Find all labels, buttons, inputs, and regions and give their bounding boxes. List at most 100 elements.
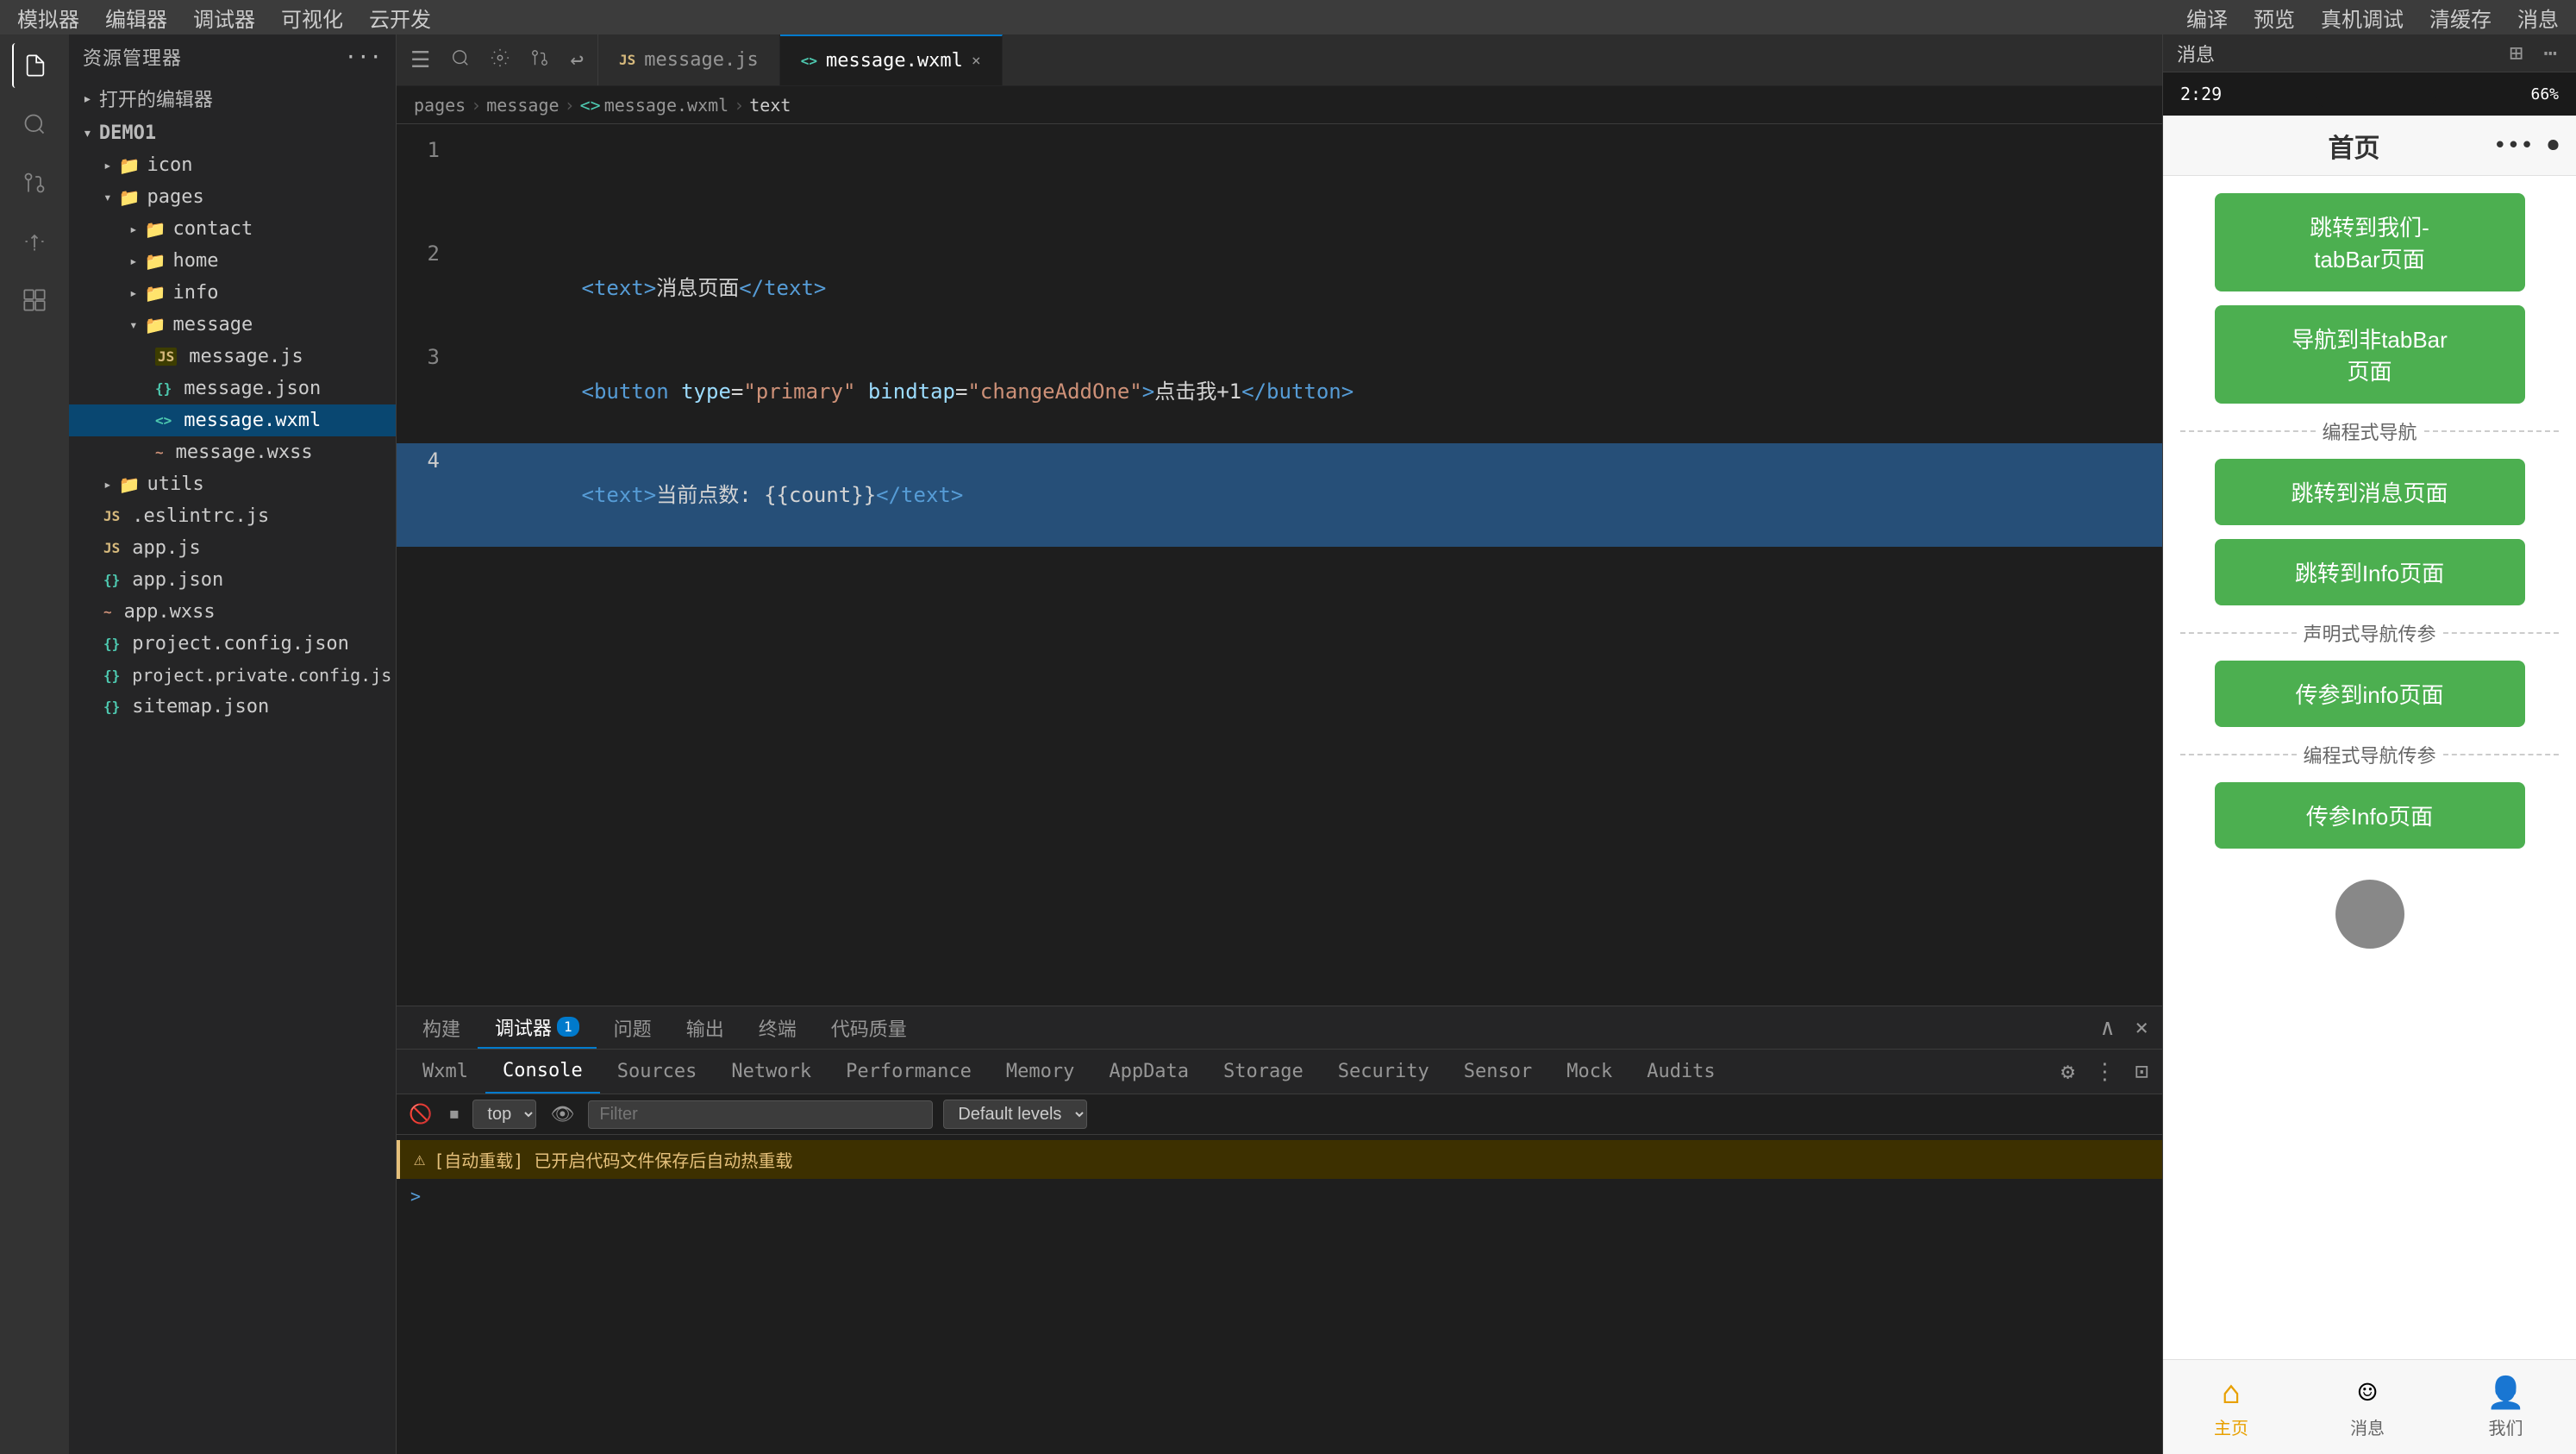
activity-files[interactable]: [12, 43, 57, 88]
console-clear-icon[interactable]: 🚫: [405, 1100, 435, 1129]
activity-debug[interactable]: [12, 219, 57, 264]
sidebar-item-utils[interactable]: ▸ 📁 utils: [69, 468, 396, 500]
panel-tab-code-quality[interactable]: 代码质量: [814, 1006, 924, 1049]
sidebar-item-project-config[interactable]: {} project.config.json: [69, 628, 396, 660]
preview-more-icon[interactable]: ⋯: [2538, 35, 2562, 72]
debug-tab-audits[interactable]: Audits: [1629, 1050, 1732, 1094]
phone-btn-param-info[interactable]: 传参到info页面: [2215, 661, 2525, 727]
debug-tab-network[interactable]: Network: [714, 1050, 828, 1094]
panel-collapse-icon[interactable]: ∧: [2096, 1010, 2120, 1046]
menu-editor[interactable]: 编辑器: [105, 3, 167, 33]
sidebar-item-pages[interactable]: ▾ 📁 pages: [69, 181, 396, 213]
sidebar-item-message-js[interactable]: JS message.js: [69, 341, 396, 373]
tab-close-icon[interactable]: ×: [972, 52, 981, 70]
debug-resize-icon[interactable]: ⊡: [2129, 1054, 2154, 1090]
code-line-1: 1: [397, 133, 2162, 236]
activity-search[interactable]: [12, 102, 57, 147]
sidebar-item-contact[interactable]: ▸ 📁 contact: [69, 213, 396, 245]
debug-tab-sources[interactable]: Sources: [600, 1050, 715, 1094]
menu-simulator[interactable]: 模拟器: [17, 3, 79, 33]
context-select[interactable]: top: [472, 1100, 536, 1129]
breadcrumb-file[interactable]: <> message.wxml: [580, 95, 729, 116]
activity-extensions[interactable]: [12, 278, 57, 323]
debug-tab-appdata[interactable]: AppData: [1091, 1050, 1206, 1094]
tab-label: message.wxml: [826, 50, 963, 72]
menu-device-debug[interactable]: 真机调试: [2321, 3, 2404, 33]
menu-debugger[interactable]: 调试器: [193, 3, 255, 33]
sidebar-more[interactable]: ···: [345, 45, 382, 69]
phone-btn-param-info2[interactable]: 传参Info页面: [2215, 782, 2525, 849]
filter-input[interactable]: [588, 1100, 933, 1129]
activity-git[interactable]: [12, 160, 57, 205]
sidebar-item-message-wxml[interactable]: <> message.wxml: [69, 404, 396, 436]
debug-tab-console-label: Console: [503, 1060, 583, 1081]
phone-btn-non-tabbar[interactable]: 导航到非tabBar页面: [2215, 305, 2525, 404]
sidebar-item-info[interactable]: ▸ 📁 info: [69, 277, 396, 309]
panel-tab-problems[interactable]: 问题: [597, 1006, 669, 1049]
panel-close-icon[interactable]: ×: [2129, 1010, 2154, 1046]
log-level-select[interactable]: Default levels: [943, 1100, 1087, 1129]
sidebar-item-message-wxss[interactable]: ~ message.wxss: [69, 436, 396, 468]
code-editor[interactable]: 1 2 <text>消息页面</text> 3 <button type="pr…: [397, 124, 2162, 1006]
sidebar-item-eslintrc[interactable]: JS .eslintrc.js: [69, 500, 396, 532]
phone-record-icon[interactable]: ⏺: [2548, 132, 2559, 159]
sidebar-item-sitemap[interactable]: {} sitemap.json: [69, 691, 396, 723]
code-line-3: 3 <button type="primary" bindtap="change…: [397, 340, 2162, 443]
sidebar-open-editors[interactable]: ▸ 打开的编辑器: [69, 79, 396, 117]
settings-icon[interactable]: [485, 42, 515, 78]
panel-tab-output[interactable]: 输出: [669, 1006, 741, 1049]
debug-tab-memory[interactable]: Memory: [989, 1050, 1091, 1094]
menu-preview[interactable]: 预览: [2254, 3, 2295, 33]
panel-tab-terminal[interactable]: 终端: [741, 1006, 814, 1049]
console-eye-icon[interactable]: 👁: [547, 1100, 578, 1129]
sidebar-item-home[interactable]: ▸ 📁 home: [69, 245, 396, 277]
breadcrumb-message[interactable]: message: [486, 95, 559, 116]
menu-visualize[interactable]: 可视化: [281, 3, 343, 33]
sidebar-item-message[interactable]: ▾ 📁 message: [69, 309, 396, 341]
debug-tab-sensor[interactable]: Sensor: [1447, 1050, 1549, 1094]
sidebar-project[interactable]: ▾ DEMO1: [69, 117, 396, 149]
sidebar-item-app-json[interactable]: {} app.json: [69, 564, 396, 596]
menu-message[interactable]: 消息: [2517, 3, 2559, 33]
phone-nav-me[interactable]: 👤 我们: [2486, 1375, 2525, 1439]
user-icon: 👤: [2486, 1375, 2525, 1411]
source-control-icon[interactable]: [525, 42, 554, 78]
sidebar-toggle-icon[interactable]: ☰: [405, 42, 435, 78]
file-css-icon: ~: [155, 444, 164, 461]
tab-message-js[interactable]: JS message.js: [598, 34, 780, 85]
phone-divider-1: 编程式导航: [2180, 417, 2559, 445]
debug-tab-console[interactable]: Console: [485, 1050, 600, 1094]
sidebar-item-icon[interactable]: ▸ 📁 icon: [69, 149, 396, 181]
phone-btn-tabbar[interactable]: 跳转到我们-tabBar页面: [2215, 193, 2525, 291]
debug-tab-mock[interactable]: Mock: [1549, 1050, 1629, 1094]
menu-compile[interactable]: 编译: [2186, 3, 2228, 33]
phone-more-icon[interactable]: •••: [2493, 133, 2534, 159]
phone-nav-message[interactable]: ☺ 消息: [2350, 1376, 2385, 1439]
menu-clear-cache[interactable]: 清缓存: [2429, 3, 2492, 33]
sidebar-item-project-private[interactable]: {} project.private.config.js...: [69, 660, 396, 691]
menu-cloud[interactable]: 云开发: [369, 3, 431, 33]
panel-tab-build[interactable]: 构建: [405, 1006, 478, 1049]
breadcrumb: pages › message › <> message.wxml › text: [397, 86, 2162, 124]
sidebar-item-app-wxss[interactable]: ~ app.wxss: [69, 596, 396, 628]
debug-tab-storage[interactable]: Storage: [1206, 1050, 1321, 1094]
phone-btn-info[interactable]: 跳转到Info页面: [2215, 539, 2525, 605]
panel-tab-debugger[interactable]: 调试器 1: [478, 1006, 597, 1049]
undo-icon[interactable]: ↩: [565, 42, 589, 78]
sidebar-item-label: pages: [147, 186, 204, 208]
debug-tab-wxml[interactable]: Wxml: [405, 1050, 485, 1094]
preview-layout-icon[interactable]: ⊞: [2504, 35, 2529, 72]
debug-tab-security[interactable]: Security: [1321, 1050, 1447, 1094]
debug-tab-performance[interactable]: Performance: [828, 1050, 989, 1094]
console-stop-icon[interactable]: ⏹: [446, 1100, 462, 1129]
tab-message-wxml[interactable]: <> message.wxml ×: [780, 34, 1003, 85]
debug-more-icon[interactable]: ⋮: [2088, 1054, 2121, 1090]
search-icon[interactable]: [446, 42, 475, 78]
sidebar-item-message-json[interactable]: {} message.json: [69, 373, 396, 404]
phone-nav-home[interactable]: ⌂ 主页: [2214, 1376, 2248, 1439]
breadcrumb-pages[interactable]: pages: [414, 95, 466, 116]
sidebar-item-app-js[interactable]: JS app.js: [69, 532, 396, 564]
phone-btn-message[interactable]: 跳转到消息页面: [2215, 459, 2525, 525]
console-prompt-line[interactable]: >: [397, 1179, 2162, 1213]
debug-settings-icon[interactable]: ⚙: [2056, 1054, 2080, 1090]
